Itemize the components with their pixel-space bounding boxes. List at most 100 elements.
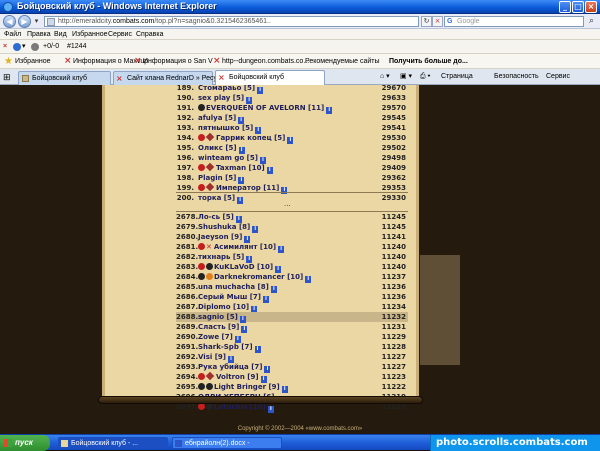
search-input[interactable]: G Google <box>444 16 584 27</box>
rank: 2688. <box>176 313 199 321</box>
rating-row: 2684. Darknekromancer [10] i 11237 <box>176 272 408 283</box>
menu-view[interactable]: Вид <box>54 29 67 40</box>
rank: 2689. <box>176 323 199 331</box>
menu-help[interactable]: Справка <box>136 29 163 40</box>
rating-row: 195. Оликс [5] i 29502 <box>176 143 408 154</box>
address-input[interactable]: http://emeraldcity.combats.com/top.pl?n=… <box>44 16 419 27</box>
taskbar-item-ie[interactable]: Бойцовский клуб - ... <box>58 437 168 449</box>
rating-value: 11236 <box>381 293 406 301</box>
menu-favorites[interactable]: Избранное <box>72 29 107 40</box>
player-name-text: пятнышко [5] <box>198 124 254 132</box>
taskbar-item-label: Бойцовский клуб - ... <box>71 440 139 447</box>
url-path: /top.pl?n=sagnio&0.3215462365461.. <box>154 18 271 25</box>
favorites-star-icon[interactable]: ★ <box>4 56 13 67</box>
align-icon <box>206 383 213 390</box>
start-button[interactable]: пуск <box>0 435 50 451</box>
menu-edit[interactable]: Правка <box>27 29 51 40</box>
nav-dropdown-icon[interactable]: ▾ <box>32 17 41 26</box>
rating-row: 2694. Voltron [9] i 11223 <box>176 371 408 383</box>
rating-value: 11228 <box>381 343 406 351</box>
favorites-label[interactable]: Избранное <box>15 54 50 69</box>
menu-file[interactable]: Файл <box>4 29 21 40</box>
player-name-text: Voltron [9] <box>216 373 259 381</box>
rating-row: 2683. KuKLaVoD [10] i 11240 <box>176 262 408 273</box>
ie-task-icon <box>61 440 68 447</box>
safety-menu[interactable]: Безопасность <box>494 69 539 85</box>
rank: 2694. <box>176 373 199 381</box>
forward-button[interactable]: ▶ <box>18 15 31 28</box>
toolbar-dropdown-icon[interactable]: ▾ <box>22 40 26 54</box>
rating-row: 197. Taxman [10] i 29409 <box>176 162 408 174</box>
fav-item-icon: × <box>213 56 221 66</box>
rank: 2682. <box>176 253 199 261</box>
refresh-icon[interactable]: ↻ <box>421 16 432 27</box>
background-ornament <box>420 255 460 365</box>
stop-icon[interactable]: × <box>432 16 443 27</box>
feeds-icon[interactable]: ▣ ▾ <box>400 69 412 85</box>
info-icon[interactable]: i <box>267 406 274 413</box>
player-name-text: Ло-сь [5] <box>198 213 234 221</box>
footer-copyright: Copyright © 2002—2004 «www.combats.com» <box>237 426 363 432</box>
rank: 2681. <box>176 243 199 251</box>
menu-tools[interactable]: Сервис <box>108 29 132 40</box>
rating-row: 2693. Рука убийца [7] i 11227 <box>176 362 408 373</box>
align-icon <box>198 104 205 111</box>
rating-value: 11240 <box>381 263 406 271</box>
player-name-text: Plagin [5] <box>198 174 237 182</box>
fav-item-more[interactable]: Получить больше до... <box>389 54 468 69</box>
home-icon[interactable]: ⌂ ▾ <box>380 69 390 85</box>
status-counter: +0/-0 <box>43 43 60 50</box>
rating-row: 200. торка [5] i 29330 <box>176 193 408 204</box>
info-icon[interactable]: i <box>237 197 244 204</box>
tab-grid-icon[interactable]: ⊞ <box>3 69 11 85</box>
watermark: photo.scrolls.combats.com <box>436 437 588 448</box>
rating-row: 2682. тихнарь [5] i 11240 <box>176 252 408 263</box>
fav-item-dungeon[interactable]: http--dungeon.combats.co... <box>222 54 309 69</box>
player-name[interactable]: торка [5] i <box>198 193 244 204</box>
addon-icon[interactable] <box>13 43 21 51</box>
search-icon[interactable]: ⌕ <box>586 16 597 27</box>
tools-menu[interactable]: Сервис <box>546 69 570 85</box>
rank: 2693. <box>176 363 199 371</box>
player-name-text: una muchacha [8] <box>198 283 269 291</box>
clan-icon <box>198 383 205 390</box>
page-counter: #1244 <box>67 43 87 50</box>
align-icon <box>206 403 213 410</box>
maximize-button[interactable]: □ <box>572 1 584 13</box>
fav-item-recommended[interactable]: Рекомендуемые сайты <box>305 54 379 69</box>
print-icon[interactable]: ⎙ ▾ <box>420 69 431 85</box>
tab-combats-1[interactable]: Бойцовский клуб <box>18 71 111 85</box>
page-menu[interactable]: Страница <box>441 69 473 85</box>
rating-row: 191. EVERQUEEN OF AVELORN [11] i 29570 <box>176 103 408 114</box>
rating-row: 2679. Shushuka [8] i 11245 <box>176 222 408 233</box>
back-button[interactable]: ◀ <box>3 15 16 28</box>
player-name-text: KuKLaVoD [10] <box>214 263 274 271</box>
close-button[interactable]: × <box>585 1 597 13</box>
clan-icon <box>198 273 205 280</box>
taskbar-item-word[interactable]: ебнрайолн(2).docx - <box>172 437 282 449</box>
rank: 2678. <box>176 213 199 221</box>
toolbar-close-icon[interactable]: × <box>3 40 7 54</box>
fav-item-sanv[interactable]: Информация о San V <box>143 54 213 69</box>
rating-row: 2681. ✕ Асимилянт [10] i 11240 <box>176 242 408 253</box>
rating-value: 11232 <box>381 313 406 321</box>
rating-value: 11240 <box>381 253 406 261</box>
rank: 2685. <box>176 283 199 291</box>
rating-value: 29570 <box>381 104 406 112</box>
rating-value: 29498 <box>381 154 406 162</box>
rating-value: 11222 <box>381 383 406 391</box>
rank: 200. <box>176 194 194 202</box>
rank: 195. <box>176 144 194 152</box>
minimize-button[interactable]: _ <box>559 1 571 13</box>
section-divider <box>176 211 408 212</box>
section-divider <box>176 192 408 193</box>
addon-globe-icon[interactable] <box>31 43 39 51</box>
address-url: http://emeraldcity.combats.com/top.pl?n=… <box>58 17 271 27</box>
tab-combats-active[interactable]: × Бойцовский клуб <box>215 70 325 85</box>
player-name-text: Оликс [5] <box>198 144 237 152</box>
url-prefix: http://emeraldcity. <box>58 18 113 25</box>
tab-rednard[interactable]: × Сайт клана RednarD » Ресу... <box>113 71 222 85</box>
window-titlebar: Бойцовский клуб - Windows Internet Explo… <box>0 0 600 14</box>
rating-value: 11227 <box>381 363 406 371</box>
address-row: ◀ ▶ ▾ http://emeraldcity.combats.com/top… <box>0 14 600 29</box>
